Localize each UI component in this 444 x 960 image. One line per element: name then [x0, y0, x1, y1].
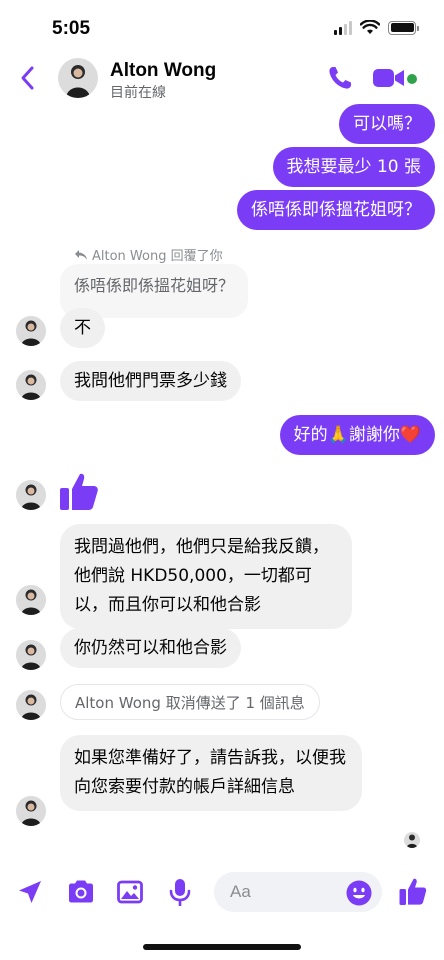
contact-avatar[interactable] — [16, 370, 46, 400]
incoming-message[interactable]: 你仍然可以和他合影 — [60, 628, 241, 668]
contact-avatar[interactable] — [16, 480, 46, 510]
outgoing-message[interactable]: 好的🙏謝謝你❤️ — [279, 415, 435, 455]
contact-avatar[interactable] — [16, 796, 46, 826]
phone-icon[interactable] — [326, 64, 354, 92]
contact-name[interactable]: Alton Wong — [110, 60, 216, 82]
wifi-icon — [360, 20, 380, 34]
contact-avatar[interactable] — [58, 58, 98, 98]
contact-avatar[interactable] — [16, 690, 46, 720]
status-icons — [334, 20, 419, 35]
unsent-message-notice: Alton Wong 取消傳送了 1 個訊息 — [60, 684, 320, 720]
contact-avatar[interactable] — [16, 316, 46, 346]
status-time: 5:05 — [52, 18, 91, 39]
contact-avatar[interactable] — [16, 640, 46, 670]
status-bar: 5:05 — [0, 0, 444, 54]
emoji-icon[interactable] — [346, 880, 372, 906]
contact-status: 目前在線 — [110, 85, 166, 101]
composer-bar — [0, 866, 444, 918]
incoming-message[interactable]: 我問他們門票多少錢 — [60, 361, 241, 401]
reply-arrow-icon — [75, 249, 87, 260]
cellular-signal-icon — [334, 20, 352, 35]
seen-avatar — [404, 832, 420, 848]
thumbs-up-icon[interactable] — [58, 470, 100, 512]
send-location-icon[interactable] — [16, 878, 44, 906]
battery-icon — [388, 20, 419, 35]
reply-label: Alton Wong 回覆了你 — [92, 249, 223, 264]
microphone-icon[interactable] — [168, 878, 192, 908]
outgoing-message[interactable]: 我想要最少 10 張 — [272, 147, 435, 187]
home-indicator — [143, 944, 301, 950]
chat-header: Alton Wong 目前在線 — [0, 54, 444, 104]
video-camera-icon[interactable] — [372, 66, 406, 90]
incoming-message[interactable]: 不 — [60, 308, 105, 348]
incoming-message[interactable]: 如果您準備好了，請告訴我，以便我向您索要付款的帳戶詳細信息 — [60, 735, 362, 811]
outgoing-message[interactable]: 可以嗎？ — [339, 104, 435, 144]
camera-icon[interactable] — [66, 878, 96, 906]
chevron-left-icon[interactable] — [16, 64, 40, 92]
contact-avatar[interactable] — [16, 585, 46, 615]
incoming-message[interactable]: 我問過他們，他們只是給我反饋，他們說 HKD50,000，一切都可以，而且你可以… — [60, 524, 352, 629]
photo-gallery-icon[interactable] — [116, 878, 144, 906]
online-indicator — [407, 74, 417, 84]
outgoing-message[interactable]: 係唔係即係搵花姐呀？ — [237, 190, 435, 230]
thumbs-up-icon[interactable] — [398, 876, 428, 906]
reply-context: Alton Wong 回覆了你 — [74, 245, 223, 264]
